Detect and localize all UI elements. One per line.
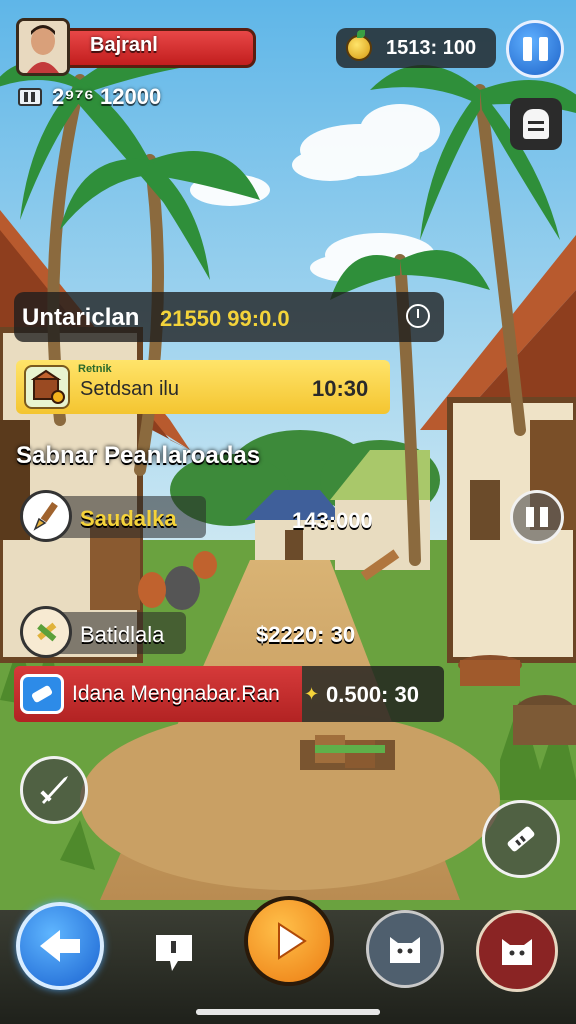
banner-value: 21550 99:0.0 xyxy=(160,306,290,331)
sparkle-icon: ✦ xyxy=(304,684,320,704)
item-value: 0.500: 30 xyxy=(326,682,419,707)
play-button[interactable] xyxy=(244,896,334,986)
sword-button[interactable] xyxy=(20,756,88,824)
clock-icon xyxy=(406,304,430,328)
resource-amount: 1513: 100 xyxy=(386,36,477,59)
fruit-icon xyxy=(346,30,372,61)
back-arrow-icon xyxy=(40,930,80,962)
chat-button[interactable] xyxy=(150,928,198,976)
tool-button[interactable] xyxy=(482,800,560,878)
coin-amount: 2⁹⁷⁶ 12000 xyxy=(52,84,162,109)
quest-timer: 10:30 xyxy=(312,376,369,401)
banner-title: Untariclan xyxy=(22,304,140,331)
chat-icon xyxy=(156,935,192,971)
quest-label: Setdsan ilu xyxy=(80,378,179,400)
coin-counter: 2⁹⁷⁶ 12000 xyxy=(18,84,161,110)
player-name: Bajranl xyxy=(90,34,158,56)
notice-icon xyxy=(523,109,549,139)
section-title: Sabnar Peanlaroadas xyxy=(16,442,261,469)
item-row-highlight[interactable]: Idana Mengnabar.Ran ✦ 0.500: 30 xyxy=(14,666,444,722)
tools-icon xyxy=(20,606,72,658)
back-button[interactable] xyxy=(16,902,104,990)
pencil-icon xyxy=(507,826,535,852)
pause-button[interactable] xyxy=(506,20,564,78)
quest-icon xyxy=(24,365,70,409)
item-label: Idana Mengnabar.Ran xyxy=(72,682,280,705)
pause-icon xyxy=(526,507,548,527)
tag-icon xyxy=(20,674,64,714)
item-label: Saudalka xyxy=(80,506,177,531)
pet-icon xyxy=(390,937,420,963)
sword-icon xyxy=(40,776,68,804)
item-value: $2220: 30 xyxy=(256,622,356,647)
quest-card[interactable]: Retnik Setdsan ilu 10:30 xyxy=(16,360,390,414)
side-pause-button[interactable] xyxy=(510,490,564,544)
home-indicator xyxy=(196,1009,380,1015)
pause-icon xyxy=(522,37,548,61)
item-row[interactable]: Batidlala $2220: 30 xyxy=(16,606,396,660)
avatar[interactable] xyxy=(16,18,70,76)
info-banner[interactable]: Untariclan 21550 99:0.0 xyxy=(14,292,444,342)
resource-counter: 1513: 100 xyxy=(336,28,496,68)
pet-button-2[interactable] xyxy=(476,910,558,992)
pet-button-1[interactable] xyxy=(366,910,444,988)
brush-icon xyxy=(20,490,72,542)
pet-icon xyxy=(502,939,532,965)
notice-button[interactable] xyxy=(510,98,562,150)
coin-icon xyxy=(18,88,42,106)
item-value: 143:000 xyxy=(292,508,373,533)
item-row[interactable]: Saudalka 143:000 xyxy=(16,490,396,544)
play-icon xyxy=(278,922,307,960)
quest-tag: Retnik xyxy=(78,363,112,375)
item-label: Batidlala xyxy=(80,622,165,647)
player-card[interactable]: Bajranl xyxy=(16,18,256,76)
